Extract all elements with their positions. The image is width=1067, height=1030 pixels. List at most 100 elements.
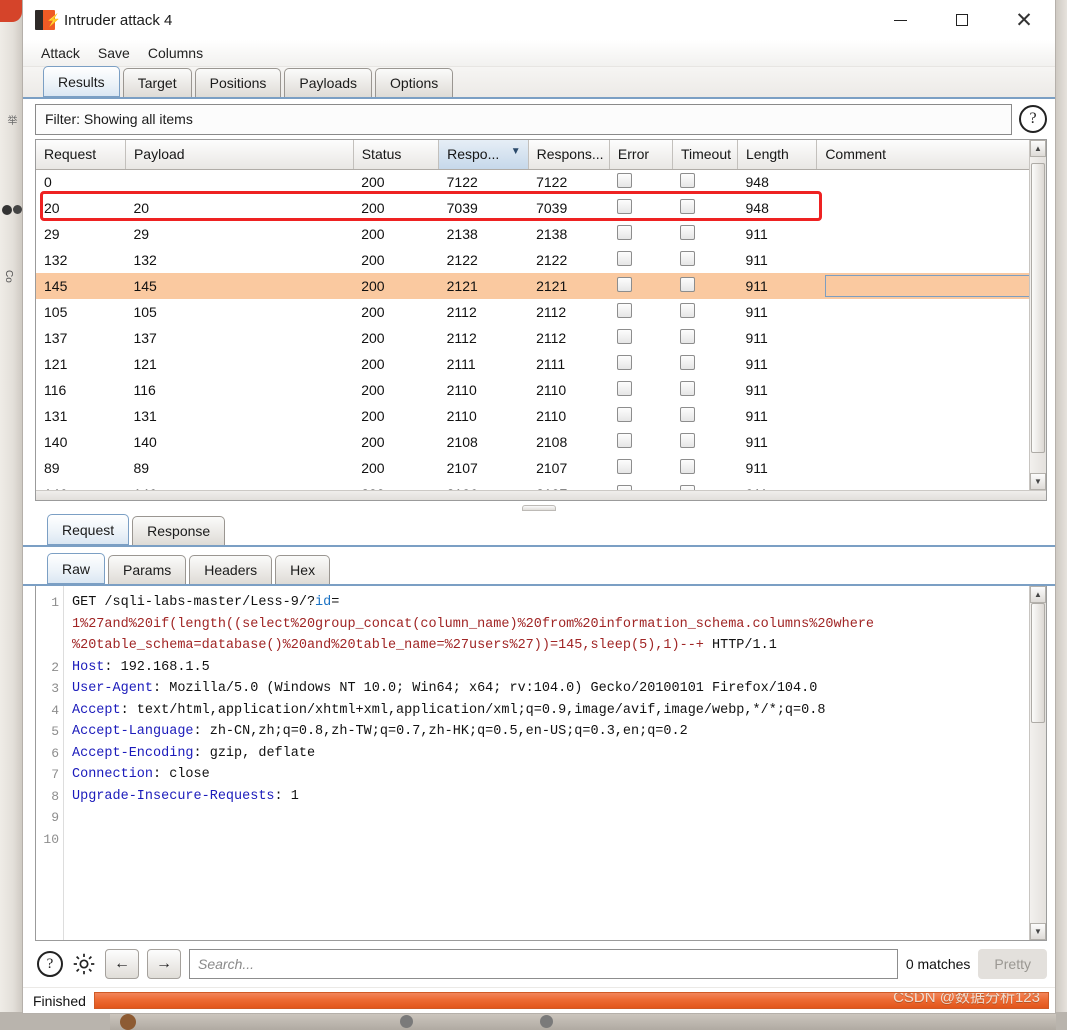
error-checkbox[interactable] — [617, 407, 633, 422]
timeout-checkbox[interactable] — [680, 433, 696, 448]
timeout-checkbox[interactable] — [680, 381, 696, 396]
tab-headers[interactable]: Headers — [189, 555, 273, 584]
cell-response-received: 2110 — [446, 382, 477, 398]
menu-item-save[interactable]: Save — [96, 43, 132, 63]
error-checkbox[interactable] — [617, 303, 633, 318]
timeout-checkbox[interactable] — [680, 173, 696, 189]
code-line: 1%27and%20if(length((select%20group_conc… — [72, 616, 875, 632]
question-mark-icon[interactable]: ? — [37, 951, 63, 977]
table-row[interactable]: 14614620021062107911 — [36, 481, 1036, 490]
tab-options[interactable]: Options — [375, 68, 454, 97]
error-checkbox[interactable] — [617, 251, 633, 266]
column-header-response-completed[interactable]: Respons... — [528, 140, 610, 170]
error-checkbox[interactable] — [617, 485, 633, 490]
search-input[interactable] — [189, 949, 898, 979]
editor-scrollbar[interactable]: ▲ ▼ — [1029, 586, 1046, 940]
column-header-error[interactable]: Error — [609, 140, 673, 170]
pretty-button[interactable]: Pretty — [978, 949, 1047, 979]
column-header-comment[interactable]: Comment — [816, 140, 1036, 170]
scrollbar-track[interactable] — [1030, 157, 1046, 473]
scrollbar-thumb[interactable] — [1031, 163, 1045, 453]
tab-payloads[interactable]: Payloads — [284, 68, 373, 97]
editor-scroll-up-icon[interactable]: ▲ — [1030, 586, 1046, 603]
error-checkbox[interactable] — [617, 173, 633, 189]
error-checkbox[interactable] — [617, 355, 633, 370]
editor-scrollbar-thumb[interactable] — [1031, 603, 1045, 723]
timeout-checkbox[interactable] — [680, 485, 696, 490]
table-row[interactable]: 145 145 200 2121 2121 911 — [36, 273, 1036, 299]
cell-comment — [817, 169, 1036, 195]
error-checkbox[interactable] — [617, 433, 633, 448]
panel-splitter[interactable] — [23, 501, 1055, 515]
filter-bar[interactable]: Filter: Showing all items — [35, 103, 1012, 135]
table-row[interactable]: 116 116 200 2110 2110 911 — [36, 377, 1036, 403]
cell-request: 146 — [36, 481, 125, 490]
timeout-checkbox[interactable] — [680, 199, 696, 214]
error-checkbox[interactable] — [617, 277, 633, 292]
scroll-up-icon[interactable]: ▲ — [1030, 140, 1046, 157]
arrow-right-icon[interactable]: → — [147, 949, 181, 979]
cell-response-received: 7122 — [446, 174, 478, 191]
table-row[interactable]: 105 105 200 2112 2112 911 — [36, 299, 1036, 325]
table-row[interactable]: 137 137 200 2112 2112 911 — [36, 325, 1036, 351]
tab-results[interactable]: Results — [43, 66, 120, 97]
error-checkbox[interactable] — [617, 199, 633, 214]
tab-request[interactable]: Request — [47, 514, 130, 545]
tab-response[interactable]: Response — [132, 516, 226, 545]
arrow-left-icon[interactable]: ← — [105, 949, 139, 979]
request-raw-text[interactable]: GET /sqli-labs-master/Less-9/?id= 1%27and… — [64, 586, 1029, 940]
editor-scroll-down-icon[interactable]: ▼ — [1030, 923, 1046, 940]
close-icon[interactable]: ✕ — [993, 0, 1055, 40]
column-header-response-received[interactable]: ▼ Respo... — [438, 140, 529, 170]
table-row[interactable]: 89 89 200 2107 2107 911 — [36, 455, 1036, 481]
editor-scrollbar-track[interactable] — [1030, 603, 1046, 923]
table-row[interactable]: 132 132 200 2122 2122 911 — [36, 247, 1036, 273]
column-header-length[interactable]: Length — [737, 140, 818, 170]
comment-input[interactable] — [824, 275, 1032, 297]
tab-raw[interactable]: Raw — [47, 553, 106, 584]
results-table-scrollbar[interactable]: ▲ ▼ — [1029, 140, 1046, 490]
table-row[interactable]: 140 140 200 2108 2108 911 — [36, 429, 1036, 455]
timeout-checkbox[interactable] — [680, 407, 696, 422]
cell-response-completed: 2107 — [528, 481, 609, 490]
cell-payload: 116 — [133, 382, 156, 398]
tab-positions[interactable]: Positions — [194, 68, 282, 97]
timeout-checkbox[interactable] — [680, 225, 696, 240]
question-mark-icon[interactable]: ? — [1019, 105, 1047, 133]
scroll-down-icon[interactable]: ▼ — [1030, 473, 1046, 490]
column-header-request[interactable]: Request — [36, 140, 126, 170]
table-row[interactable]: 20 20 200 7039 7039 948 — [36, 195, 1036, 221]
column-header-status[interactable]: Status — [353, 140, 440, 170]
gear-icon[interactable] — [71, 951, 97, 977]
main-tab-strip: Results Target Positions Payloads Option… — [23, 66, 1055, 99]
menu-item-columns[interactable]: Columns — [146, 43, 205, 63]
timeout-checkbox[interactable] — [680, 459, 696, 474]
timeout-checkbox[interactable] — [680, 329, 696, 344]
column-header-payload[interactable]: Payload — [125, 140, 354, 170]
error-checkbox[interactable] — [617, 225, 633, 240]
column-header-timeout[interactable]: Timeout — [672, 140, 739, 170]
table-row[interactable]: 29 29 200 2138 2138 911 — [36, 221, 1036, 247]
error-checkbox[interactable] — [617, 329, 633, 344]
timeout-checkbox[interactable] — [680, 355, 696, 370]
cell-response-completed: 2122 — [536, 252, 568, 268]
timeout-checkbox[interactable] — [680, 277, 696, 292]
table-row[interactable]: 121 121 200 2111 2111 911 — [36, 351, 1036, 377]
timeout-checkbox[interactable] — [680, 303, 696, 318]
cell-status: 200 — [361, 226, 385, 242]
results-horizontal-scrollbar[interactable] — [36, 490, 1046, 500]
cell-comment — [817, 429, 1036, 455]
tab-target[interactable]: Target — [122, 68, 192, 97]
menu-item-attack[interactable]: Attack — [39, 43, 82, 63]
error-checkbox[interactable] — [617, 459, 633, 474]
tab-params[interactable]: Params — [108, 555, 187, 584]
error-checkbox[interactable] — [617, 381, 633, 396]
timeout-checkbox[interactable] — [680, 251, 696, 266]
table-row[interactable]: 0 200 7122 7122 948 — [36, 169, 1036, 195]
maximize-icon[interactable] — [931, 0, 993, 40]
table-row[interactable]: 131 131 200 2110 2110 911 — [36, 403, 1036, 429]
tab-hex[interactable]: Hex — [275, 555, 331, 584]
splitter-grip[interactable] — [522, 505, 556, 511]
status-bar: Finished CSDN @数据分析123 — [23, 987, 1055, 1013]
minimize-icon[interactable] — [869, 0, 931, 40]
